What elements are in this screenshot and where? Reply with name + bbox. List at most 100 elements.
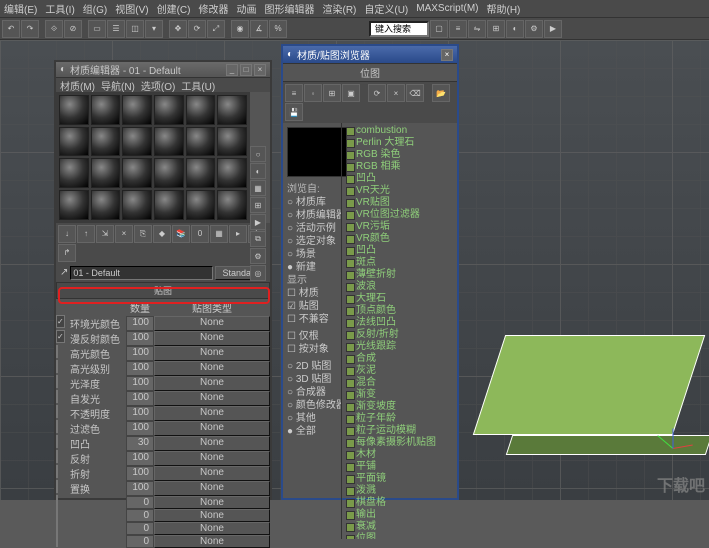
render-icon[interactable]: ▶ (544, 20, 562, 38)
map-amount-spinner[interactable]: 100 (126, 376, 154, 391)
mat-menu-utils[interactable]: 工具(U) (181, 78, 215, 92)
map-checkbox[interactable] (56, 450, 58, 463)
map-type-item[interactable]: 渐变坡度 (344, 401, 455, 413)
snap-icon[interactable]: ◉ (231, 20, 249, 38)
map-checkbox[interactable] (56, 465, 58, 478)
get-material-icon[interactable]: ↓ (58, 225, 76, 243)
sample-type-icon[interactable]: ○ (250, 146, 266, 162)
sample-slot[interactable] (91, 127, 121, 157)
filter-item[interactable]: ○ 2D 贴图 (287, 360, 337, 373)
map-type-item[interactable]: 合成 (344, 353, 455, 365)
map-checkbox[interactable] (56, 315, 65, 328)
map-checkbox[interactable] (56, 420, 58, 433)
map-type-item[interactable]: 凹凸 (344, 245, 455, 257)
map-amount-spinner[interactable]: 100 (126, 451, 154, 466)
sample-slot[interactable] (59, 190, 89, 220)
map-slot-button[interactable]: None (154, 436, 270, 451)
show-map-icon[interactable]: ▦ (210, 225, 228, 243)
map-checkbox[interactable] (56, 360, 58, 373)
map-type-item[interactable]: 平铺 (344, 461, 455, 473)
view-icons-icon[interactable]: ⊞ (323, 84, 341, 102)
menu-create[interactable]: 创建(C) (157, 1, 191, 16)
map-type-item[interactable]: RGB 染色 (344, 149, 455, 161)
mat-editor-title[interactable]: ◐ 材质编辑器 - 01 - Default _ □ × (56, 62, 270, 78)
map-amount-spinner[interactable]: 30 (126, 436, 154, 451)
make-copy-icon[interactable]: ⎘ (134, 225, 152, 243)
maps-rollout-header[interactable]: 贴图 (56, 282, 270, 299)
backlight-icon[interactable]: ◐ (250, 163, 266, 179)
filter-item[interactable]: ☐ 按对象 (287, 343, 337, 356)
map-type-item[interactable]: 波浪 (344, 281, 455, 293)
map-amount-spinner[interactable]: 100 (126, 421, 154, 436)
menu-edit[interactable]: 编辑(E) (4, 1, 37, 16)
map-amount-spinner[interactable]: 100 (126, 316, 154, 331)
map-checkbox[interactable] (56, 521, 58, 534)
map-type-item[interactable]: 灰泥 (344, 365, 455, 377)
sample-slot[interactable] (91, 190, 121, 220)
render-setup-icon[interactable]: ⚙ (525, 20, 543, 38)
close-icon[interactable]: × (254, 64, 266, 76)
view-large-icon[interactable]: ▣ (342, 84, 360, 102)
filter-item[interactable]: ○ 材质库 (287, 196, 337, 209)
sample-slot[interactable] (91, 158, 121, 188)
menu-group[interactable]: 组(G) (83, 1, 107, 16)
sample-slot[interactable] (59, 95, 89, 125)
sample-slot[interactable] (122, 190, 152, 220)
put-to-scene-icon[interactable]: ↑ (77, 225, 95, 243)
minimize-icon[interactable]: _ (226, 64, 238, 76)
map-amount-spinner[interactable]: 100 (126, 331, 154, 346)
map-list[interactable]: combustionPerlin 大理石RGB 染色RGB 相乘凹凸VR天光VR… (342, 123, 457, 539)
map-type-item[interactable]: 混合 (344, 377, 455, 389)
filter-item[interactable]: ☐ 仅根 (287, 330, 337, 343)
map-slot-button[interactable]: None (154, 535, 270, 548)
map-type-item[interactable]: 凹凸 (344, 173, 455, 185)
map-slot-button[interactable]: None (154, 509, 270, 522)
mat-menu-material[interactable]: 材质(M) (60, 78, 95, 92)
sample-slot[interactable] (217, 158, 247, 188)
select-icon[interactable]: ▭ (88, 20, 106, 38)
filter-item[interactable]: ○ 材质编辑器 (287, 209, 337, 222)
filter-item[interactable]: ● 新建 (287, 261, 337, 274)
map-amount-spinner[interactable]: 100 (126, 466, 154, 481)
update-icon[interactable]: ⟳ (368, 84, 386, 102)
map-slot-button[interactable]: None (154, 331, 270, 346)
map-slot-button[interactable]: None (154, 376, 270, 391)
browser-title[interactable]: ◐ 材质/贴图浏览器 × (283, 46, 457, 64)
map-type-item[interactable]: 棋盘格 (344, 497, 455, 509)
sample-slot[interactable] (186, 190, 216, 220)
map-checkbox[interactable] (56, 495, 58, 508)
make-unique-icon[interactable]: ◆ (153, 225, 171, 243)
map-type-item[interactable]: VR贴图 (344, 197, 455, 209)
filter-item[interactable]: ○ 其他 (287, 412, 337, 425)
map-type-item[interactable]: 顶点颜色 (344, 305, 455, 317)
map-type-item[interactable]: 薄壁折射 (344, 269, 455, 281)
map-type-item[interactable]: VR污垢 (344, 221, 455, 233)
map-amount-spinner[interactable]: 100 (126, 406, 154, 421)
sample-slot[interactable] (154, 95, 184, 125)
preview-icon[interactable]: ⧉ (250, 231, 266, 247)
menu-maxscript[interactable]: MAXScript(M) (416, 3, 478, 14)
filter-item[interactable]: ○ 场景 (287, 248, 337, 261)
menu-render[interactable]: 渲染(R) (322, 1, 356, 16)
rotate-icon[interactable]: ⟳ (188, 20, 206, 38)
filter-item[interactable]: ○ 3D 贴图 (287, 373, 337, 386)
percent-snap-icon[interactable]: % (269, 20, 287, 38)
map-type-item[interactable]: 大理石 (344, 293, 455, 305)
filter-item[interactable]: ☑ 贴图 (287, 300, 337, 313)
map-type-item[interactable]: VR位图过滤器 (344, 209, 455, 221)
options-icon[interactable]: ⚙ (250, 248, 266, 264)
map-checkbox[interactable] (56, 534, 58, 547)
array-icon[interactable]: ⊞ (487, 20, 505, 38)
sample-slot[interactable] (122, 158, 152, 188)
map-type-item[interactable]: VR天光 (344, 185, 455, 197)
select-by-mat-icon[interactable]: ◎ (250, 265, 266, 281)
align-icon[interactable]: ≡ (449, 20, 467, 38)
map-slot-button[interactable]: None (154, 451, 270, 466)
map-slot-button[interactable]: None (154, 522, 270, 535)
map-slot-button[interactable]: None (154, 346, 270, 361)
material-name-input[interactable] (70, 266, 213, 280)
sample-slot[interactable] (217, 95, 247, 125)
map-type-item[interactable]: 每像素摄影机贴图 (344, 437, 455, 449)
sample-slot[interactable] (154, 127, 184, 157)
sample-slot[interactable] (186, 95, 216, 125)
